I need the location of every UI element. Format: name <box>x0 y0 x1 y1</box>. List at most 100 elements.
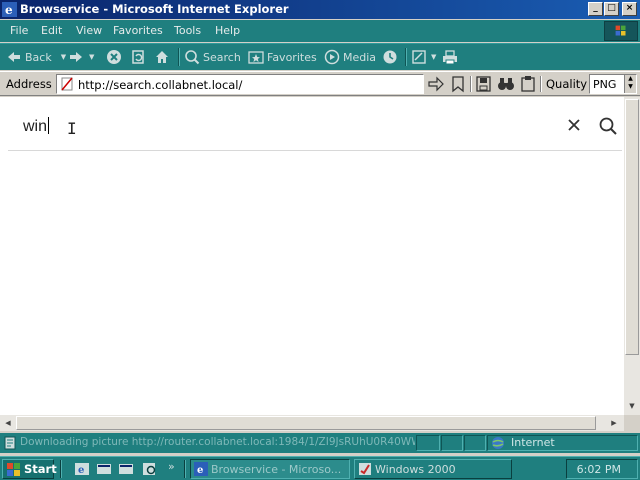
back-arrow-icon <box>8 52 20 62</box>
menu-file[interactable]: File <box>10 24 28 37</box>
page-status-icon <box>4 436 16 450</box>
find-binoculars-icon[interactable] <box>496 75 516 93</box>
save-image-icon[interactable] <box>474 75 494 93</box>
ie-quicklaunch-icon[interactable]: e <box>74 461 90 477</box>
svg-text:e: e <box>197 465 203 476</box>
address-input[interactable]: http://search.collabnet.local/ <box>56 74 424 94</box>
clipboard-icon[interactable] <box>518 75 538 93</box>
menu-view[interactable]: View <box>76 24 102 37</box>
home-icon <box>156 51 168 63</box>
window-title: Browservice - Microsoft Internet Explore… <box>20 2 289 16</box>
print-icon <box>443 50 457 65</box>
go-arrow-icon[interactable] <box>426 75 446 93</box>
toolbar-separator <box>405 48 407 66</box>
favorites-toolbar-button[interactable]: Favorites <box>248 47 317 67</box>
window-quicklaunch-icon[interactable] <box>118 461 134 477</box>
search-globe-icon <box>185 50 200 65</box>
windows-logo-icon <box>7 463 20 476</box>
status-panel <box>464 435 486 451</box>
minimize-button[interactable]: _ <box>588 2 603 16</box>
menu-tools[interactable]: Tools <box>174 24 201 37</box>
windows2000-task-icon <box>359 463 371 475</box>
search-magnifier-icon[interactable] <box>598 116 618 136</box>
svg-text:e: e <box>5 3 13 17</box>
taskbar-separator <box>60 460 62 478</box>
standard-toolbar: Back ▼ ▼ Search Favorites Media ▼ <box>0 43 640 70</box>
quality-value: PNG <box>593 78 617 91</box>
media-toolbar-button[interactable]: Media <box>324 47 376 67</box>
forward-arrow-icon <box>70 52 82 62</box>
scroll-down-arrow-icon[interactable]: ▼ <box>624 399 640 413</box>
quality-label: Quality <box>546 77 588 91</box>
text-caret <box>48 117 50 134</box>
menu-edit[interactable]: Edit <box>41 24 62 37</box>
taskbar-task-windows2000[interactable]: Windows 2000 <box>354 459 512 479</box>
address-label: Address <box>6 77 52 91</box>
search-toolbar-label: Search <box>203 50 241 64</box>
stop-icon <box>107 50 121 64</box>
toolbar-separator <box>178 48 180 66</box>
zone-panel <box>487 435 638 451</box>
bookmark-icon[interactable] <box>448 75 468 93</box>
history-button[interactable] <box>382 47 398 67</box>
vertical-scrollbar[interactable]: ▼ <box>624 97 640 415</box>
back-label: Back <box>25 50 52 64</box>
ibeam-cursor-icon: I <box>67 119 77 138</box>
taskbar-task-browser[interactable]: e Browservice - Microso... <box>190 459 350 479</box>
stop-button[interactable] <box>106 47 122 67</box>
search-toolbar-button[interactable]: Search <box>184 47 241 67</box>
svg-text:e: e <box>78 465 84 476</box>
close-button[interactable]: × <box>622 2 637 16</box>
back-button[interactable]: Back ▼ <box>6 47 66 67</box>
browser-window: e Browservice - Microsoft Internet Explo… <box>0 0 640 456</box>
scroll-right-arrow-icon[interactable]: ▶ <box>606 415 622 431</box>
start-button[interactable]: Start <box>2 459 57 479</box>
windows-flag-icon <box>604 21 638 41</box>
menu-bar: File Edit View Favorites Tools Help <box>0 20 640 42</box>
search-input-text: win <box>23 118 48 135</box>
explorer-quicklaunch-icon[interactable] <box>142 461 158 477</box>
home-button[interactable] <box>154 47 170 67</box>
history-icon <box>383 50 397 64</box>
vertical-scroll-thumb[interactable] <box>625 99 639 355</box>
start-label: Start <box>24 462 57 476</box>
clear-search-icon[interactable] <box>566 117 582 133</box>
mail-dropdown-icon[interactable]: ▼ <box>431 53 436 61</box>
system-tray: 6:02 PM <box>566 459 638 479</box>
favorites-toolbar-label: Favorites <box>267 50 317 64</box>
taskbar-task-label: Windows 2000 <box>375 463 456 476</box>
show-desktop-icon[interactable] <box>96 461 112 477</box>
taskbar-separator <box>184 460 186 478</box>
maximize-button[interactable]: □ <box>604 2 619 16</box>
status-panel <box>416 435 440 451</box>
scroll-left-arrow-icon[interactable]: ◀ <box>0 415 16 431</box>
horizontal-scroll-thumb[interactable] <box>16 416 596 430</box>
quicklaunch-chevron-icon[interactable]: » <box>168 460 175 473</box>
scrollbar-corner <box>624 415 640 431</box>
search-bar[interactable]: win I <box>8 97 622 151</box>
back-dropdown-icon[interactable]: ▼ <box>61 53 66 61</box>
forward-button[interactable]: ▼ <box>68 47 94 67</box>
print-button[interactable] <box>442 47 458 67</box>
status-panel <box>441 435 463 451</box>
menu-help[interactable]: Help <box>215 24 240 37</box>
media-icon <box>324 49 340 65</box>
broken-page-icon <box>61 77 73 91</box>
quality-select[interactable]: PNG ▲ ▼ <box>589 74 637 94</box>
search-input[interactable]: win <box>23 117 50 136</box>
media-toolbar-label: Media <box>343 50 377 64</box>
menu-favorites[interactable]: Favorites <box>113 24 163 37</box>
taskbar: Start e » e Browservice - Microso... Win… <box>0 456 640 480</box>
mail-button[interactable]: ▼ <box>412 47 436 67</box>
quality-spinner-icon[interactable]: ▲ ▼ <box>624 75 636 93</box>
horizontal-scrollbar[interactable]: ◀ ▶ <box>0 415 624 431</box>
clock[interactable]: 6:02 PM <box>577 463 621 476</box>
title-bar: e Browservice - Microsoft Internet Explo… <box>0 0 640 19</box>
address-url: http://search.collabnet.local/ <box>78 78 243 92</box>
page-viewport: win I <box>0 97 624 415</box>
zone-label: Internet <box>511 436 555 449</box>
forward-dropdown-icon[interactable]: ▼ <box>89 53 94 61</box>
address-separator <box>470 76 472 92</box>
refresh-button[interactable] <box>130 47 146 67</box>
favorites-star-icon <box>248 51 264 64</box>
